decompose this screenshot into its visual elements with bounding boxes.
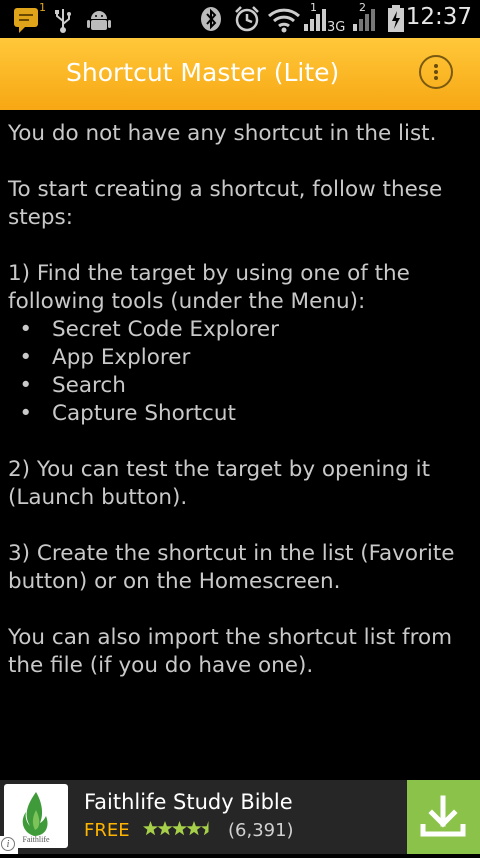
list-item: App Explorer xyxy=(8,344,474,372)
wifi-icon xyxy=(267,7,301,37)
step-3-text: 3) Create the shortcut in the list (Favo… xyxy=(8,541,455,594)
battery-icon xyxy=(387,5,405,37)
tools-list: Secret Code Explorer App Explorer Search… xyxy=(8,316,474,428)
empty-list-instructions: You do not have any shortcut in the list… xyxy=(8,120,474,680)
ad-app-name[interactable]: Faithlife Study Bible xyxy=(84,790,293,814)
message-icon xyxy=(13,7,41,37)
step-1-text: 1) Find the target by using one of the f… xyxy=(8,261,410,314)
bluetooth-icon xyxy=(200,6,222,36)
usb-icon xyxy=(54,7,72,37)
list-item: Search xyxy=(8,372,474,400)
signal-icon xyxy=(352,6,378,36)
download-icon xyxy=(420,795,466,837)
download-button[interactable] xyxy=(407,780,480,854)
info-icon[interactable]: i xyxy=(0,836,18,854)
ad-banner[interactable]: Faithlife i Faithlife Study Bible FREE (… xyxy=(0,780,480,854)
app-bar: Shortcut Master (Lite) xyxy=(0,38,480,110)
signal-icon xyxy=(303,6,329,36)
app-title: Shortcut Master (Lite) xyxy=(66,58,340,87)
more-vert-icon[interactable] xyxy=(419,55,453,89)
android-icon xyxy=(86,8,112,36)
network-type: 3G xyxy=(327,20,346,35)
ad-price: FREE xyxy=(84,820,130,841)
step-2-text: 2) You can test the target by opening it… xyxy=(8,457,431,510)
alarm-icon xyxy=(233,5,261,37)
clock: 12:37 xyxy=(405,4,472,30)
rating-count: (6,391) xyxy=(228,820,294,841)
status-bar: 1 1 3G 2 12:37 xyxy=(0,0,480,38)
notification-count: 1 xyxy=(39,1,46,14)
empty-message: You do not have any shortcut in the list… xyxy=(8,121,437,146)
rating-stars xyxy=(143,820,223,842)
list-item: Secret Code Explorer xyxy=(8,316,474,344)
intro-text: To start creating a shortcut, follow the… xyxy=(8,177,443,230)
list-item: Capture Shortcut xyxy=(8,400,474,428)
import-note: You can also import the shortcut list fr… xyxy=(8,625,453,678)
